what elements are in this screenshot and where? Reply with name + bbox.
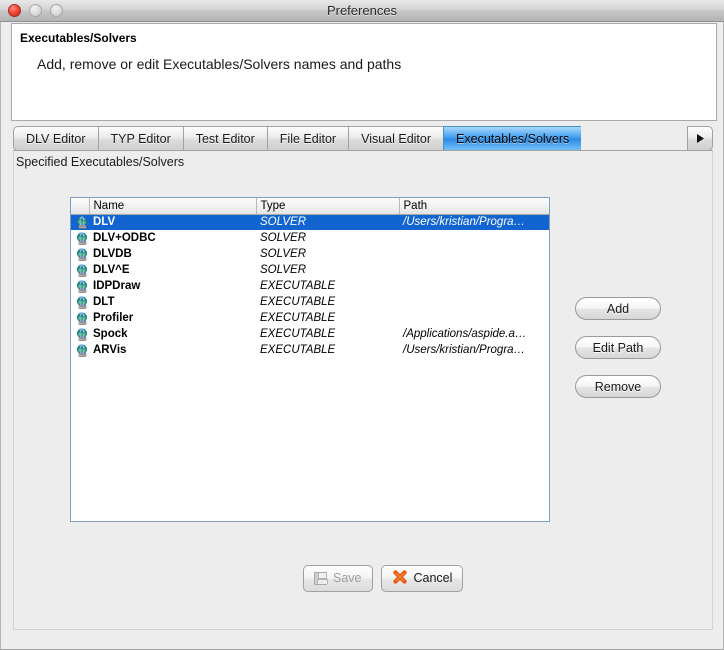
cell-type: EXECUTABLE	[260, 328, 336, 340]
table-header-row: Name Type Path	[71, 198, 549, 215]
page-description: Add, remove or edit Executables/Solvers …	[37, 56, 402, 72]
cell-type: SOLVER	[256, 214, 399, 230]
page-title: Executables/Solvers	[20, 31, 137, 45]
header-panel: Executables/Solvers Add, remove or edit …	[11, 23, 717, 121]
cell-name: DLV^E	[93, 264, 130, 276]
window-body: Executables/Solvers Add, remove or edit …	[0, 22, 724, 650]
column-header-path[interactable]: Path	[399, 198, 549, 215]
add-button[interactable]: Add	[575, 297, 661, 320]
tab-typ-editor[interactable]: TYP Editor	[97, 126, 183, 151]
floppy-disk-icon	[314, 572, 328, 585]
globe-icon	[71, 342, 89, 358]
window-title: Preferences	[326, 3, 398, 18]
globe-icon	[71, 310, 89, 326]
executables-table-body: DLV SOLVER/Users/kristian/Progra… DLV+ODBC…	[71, 214, 549, 358]
edit-path-button[interactable]: Edit Path	[575, 336, 661, 359]
tab-visual-editor[interactable]: Visual Editor	[348, 126, 444, 151]
cell-path	[399, 310, 549, 326]
table-row[interactable]: DLVDB SOLVER	[71, 246, 549, 262]
cell-type: SOLVER	[260, 232, 307, 244]
cell-name: DLV	[89, 214, 256, 230]
cell-name: Profiler	[93, 312, 134, 324]
cell-name: DLVDB	[93, 248, 132, 260]
globe-icon	[71, 214, 89, 230]
table-row[interactable]: IDPDraw EXECUTABLE	[71, 278, 549, 294]
cell-name: Spock	[93, 328, 128, 340]
cell-name: DLV+ODBC	[93, 232, 156, 244]
preferences-window: Preferences Executables/Solvers Add, rem…	[0, 0, 724, 650]
globe-icon	[71, 278, 89, 294]
cell-path	[399, 246, 549, 262]
table-row[interactable]: Spock EXECUTABLE/Applications/aspide.a…	[71, 326, 549, 342]
globe-icon	[71, 326, 89, 342]
cell-type: EXECUTABLE	[260, 312, 336, 324]
remove-button[interactable]: Remove	[575, 375, 661, 398]
cell-path	[399, 230, 549, 246]
tab-dlv-editor[interactable]: DLV Editor	[13, 126, 98, 151]
cancel-button-label: Cancel	[413, 571, 453, 586]
cell-path	[399, 294, 549, 310]
cell-path: /Users/kristian/Progra…	[399, 214, 549, 230]
executables-table: Name Type Path DLV SOLVER/Users/kristian/…	[71, 198, 549, 358]
table-row[interactable]: DLT EXECUTABLE	[71, 294, 549, 310]
tab-bar: DLV Editor TYP Editor Test Editor File E…	[13, 126, 713, 151]
table-action-buttons: Add Edit Path Remove	[575, 297, 665, 414]
executables-table-scrollpane[interactable]: Name Type Path DLV SOLVER/Users/kristian/…	[70, 197, 550, 522]
cell-path: /Users/kristian/Progra…	[403, 344, 526, 356]
dialog-buttons: Save Cancel	[303, 565, 464, 592]
column-header-name[interactable]: Name	[89, 198, 257, 215]
cell-type: EXECUTABLE	[260, 280, 336, 292]
tab-file-editor[interactable]: File Editor	[266, 126, 349, 151]
cell-type: SOLVER	[260, 248, 307, 260]
cell-path	[399, 278, 549, 294]
window-titlebar: Preferences	[0, 0, 724, 22]
table-row[interactable]: Profiler EXECUTABLE	[71, 310, 549, 326]
cell-name: ARVis	[93, 344, 127, 356]
globe-icon	[71, 246, 89, 262]
column-header-type[interactable]: Type	[256, 198, 400, 215]
section-label: Specified Executables/Solvers	[16, 155, 185, 169]
cancel-button[interactable]: Cancel	[380, 565, 464, 592]
tabs-strip: DLV Editor TYP Editor Test Editor File E…	[13, 126, 582, 151]
cell-type: SOLVER	[260, 264, 307, 276]
table-row[interactable]: ARVis EXECUTABLE/Users/kristian/Progra…	[71, 342, 549, 358]
red-cross-icon	[392, 569, 408, 588]
cell-name: IDPDraw	[93, 280, 141, 292]
globe-icon	[71, 294, 89, 310]
cell-path	[399, 262, 549, 278]
tab-executables-solvers[interactable]: Executables/Solvers	[443, 126, 582, 151]
cell-name: DLT	[93, 296, 115, 308]
cell-type: EXECUTABLE	[260, 296, 336, 308]
tab-test-editor[interactable]: Test Editor	[182, 126, 267, 151]
table-row[interactable]: DLV+ODBC SOLVER	[71, 230, 549, 246]
save-button-label: Save	[333, 571, 362, 586]
globe-icon	[71, 262, 89, 278]
save-button[interactable]: Save	[303, 565, 373, 592]
column-header-icon[interactable]	[71, 198, 90, 215]
table-row[interactable]: DLV^E SOLVER	[71, 262, 549, 278]
cell-path: /Applications/aspide.a…	[403, 328, 527, 340]
globe-icon	[71, 230, 89, 246]
triangle-right-icon	[695, 133, 706, 144]
cell-type: EXECUTABLE	[260, 344, 336, 356]
tab-scroll-right-button[interactable]	[687, 126, 713, 151]
table-row[interactable]: DLV SOLVER/Users/kristian/Progra…	[71, 214, 549, 230]
executables-content-panel: Specified Executables/Solvers Name Type …	[13, 150, 713, 630]
